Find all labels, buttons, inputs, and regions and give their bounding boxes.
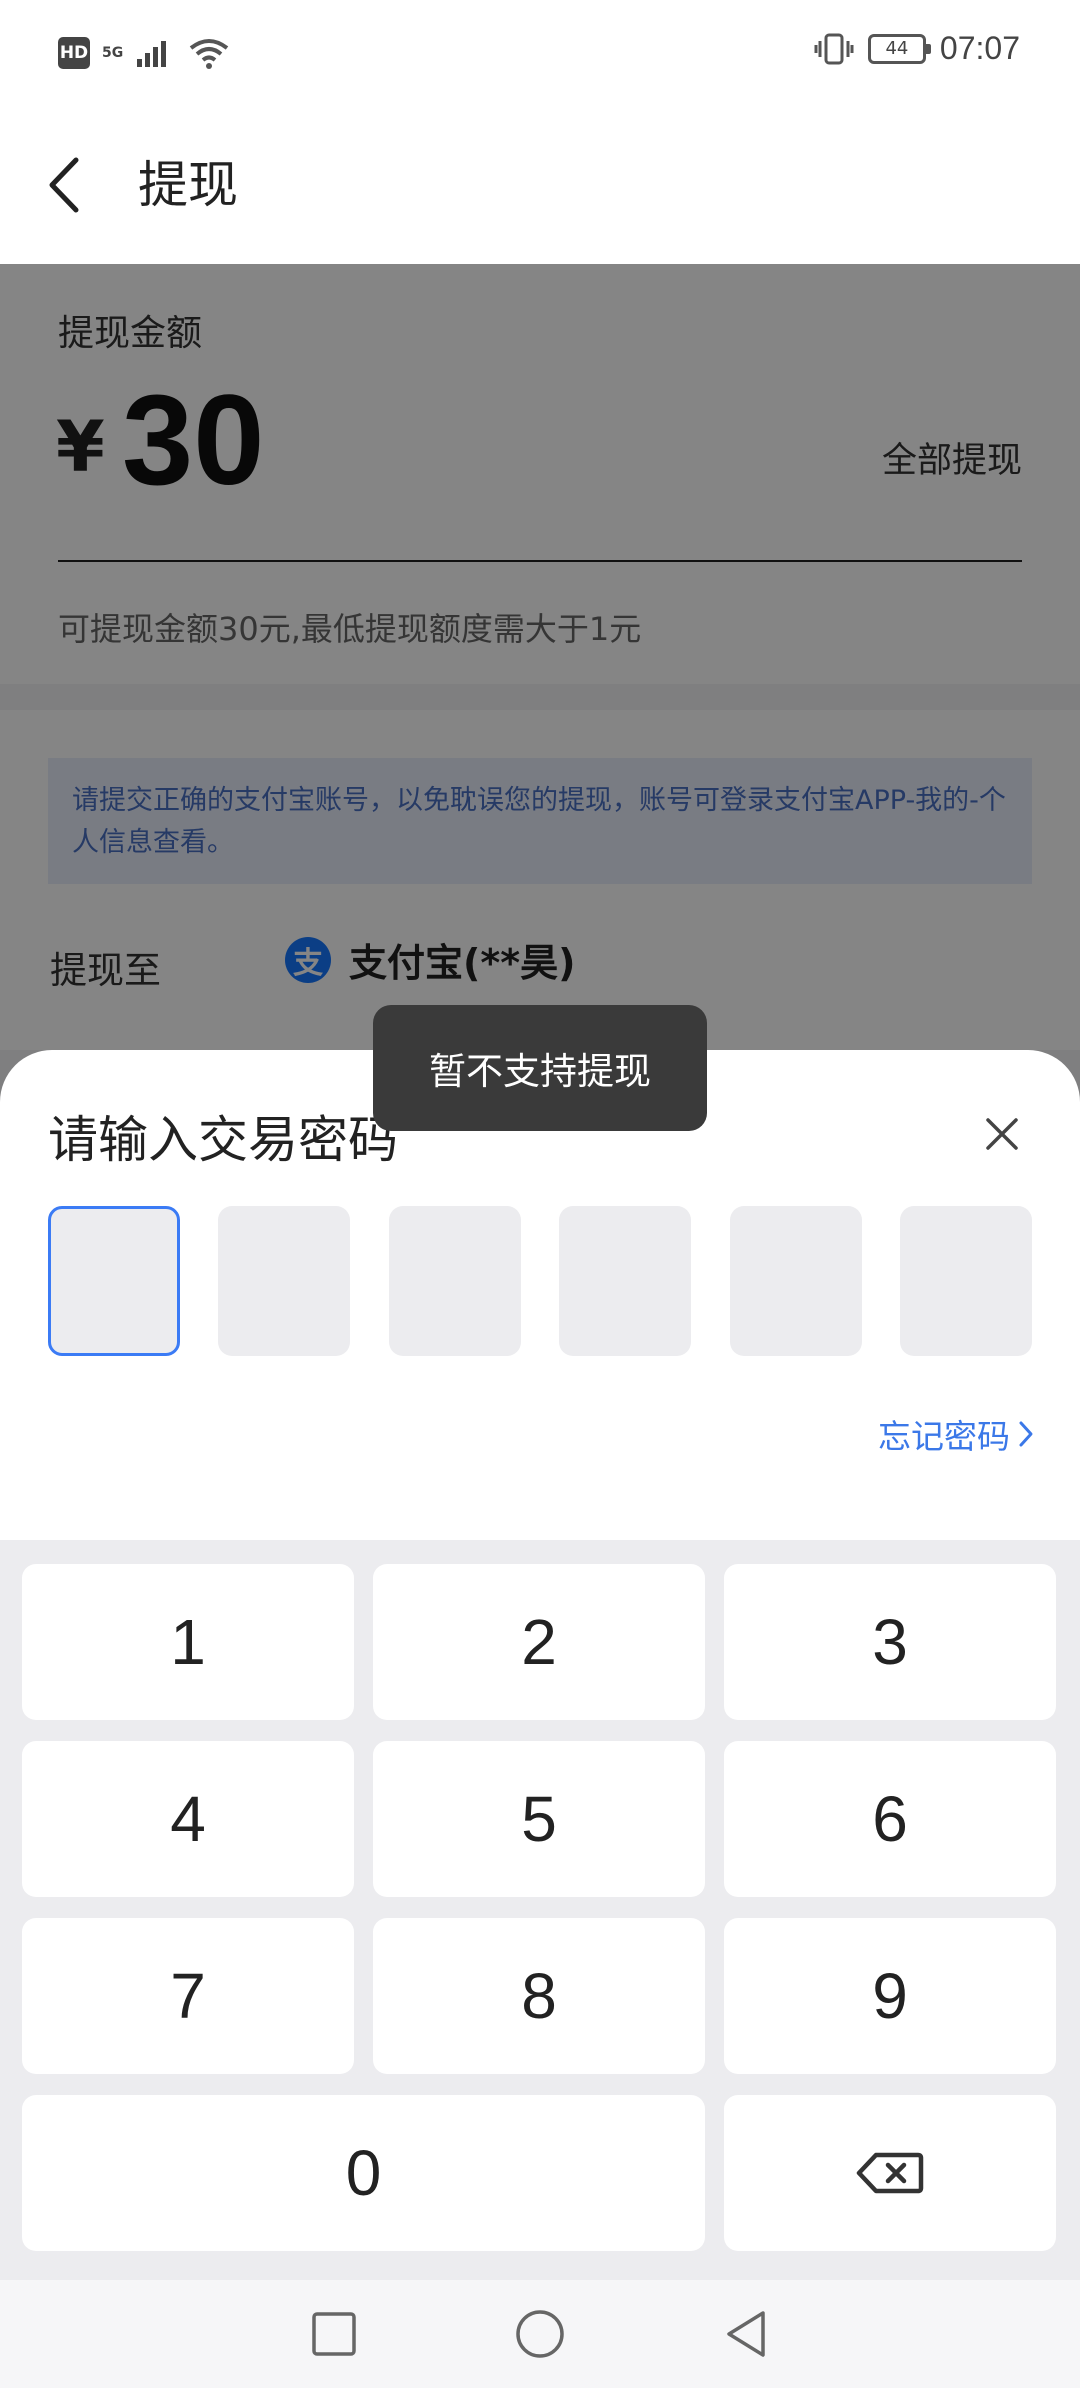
key-3[interactable]: 3	[724, 1564, 1056, 1720]
home-button[interactable]	[512, 2306, 568, 2362]
key-2[interactable]: 2	[373, 1564, 705, 1720]
toast-message: 暂不支持提现	[373, 1005, 707, 1131]
sheet-title: 请输入交易密码	[48, 1111, 398, 1169]
nav-back-button[interactable]	[718, 2306, 774, 2362]
pin-box[interactable]	[559, 1206, 692, 1356]
system-nav-bar	[0, 2280, 1080, 2388]
key-8[interactable]: 8	[373, 1918, 705, 2074]
forgot-password-link[interactable]: 忘记密码	[878, 1410, 1034, 1458]
chevron-right-icon	[1019, 1421, 1033, 1447]
forgot-password-label: 忘记密码	[878, 1417, 1010, 1456]
key-1[interactable]: 1	[22, 1564, 354, 1720]
network-indicator: 5G	[102, 46, 123, 60]
battery-icon: 44	[867, 33, 931, 64]
key-5[interactable]: 5	[373, 1741, 705, 1897]
battery-level: 44	[885, 38, 909, 59]
network-type: 5G	[102, 45, 124, 61]
pin-box[interactable]	[48, 1206, 180, 1356]
home-icon	[516, 2310, 564, 2358]
hd-badge: HD	[58, 37, 90, 69]
key-6[interactable]: 6	[724, 1741, 1056, 1897]
back-icon	[727, 2311, 765, 2357]
pin-box[interactable]	[388, 1206, 521, 1356]
key-9[interactable]: 9	[724, 1918, 1056, 2074]
password-sheet: 请输入交易密码 忘记密码 1 2 3 4 5 6 7 8 9 0	[0, 1050, 1080, 2388]
pin-box[interactable]	[729, 1206, 862, 1356]
recent-apps-button[interactable]	[306, 2306, 362, 2362]
back-button[interactable]	[38, 150, 88, 220]
recent-apps-icon	[312, 2312, 356, 2356]
pin-input[interactable]	[48, 1206, 1032, 1356]
clock: 07:07	[939, 30, 1020, 66]
vibrate-icon	[814, 33, 854, 64]
key-7[interactable]: 7	[22, 1918, 354, 2074]
close-button[interactable]	[974, 1106, 1030, 1162]
numeric-keypad: 1 2 3 4 5 6 7 8 9 0	[0, 1540, 1080, 2280]
status-bar: HD 5G 44 07:07	[0, 0, 1080, 110]
back-chevron-icon	[49, 157, 79, 213]
keypad-grid: 1 2 3 4 5 6 7 8 9 0	[22, 1564, 1058, 2251]
key-4[interactable]: 4	[22, 1741, 354, 1897]
pin-box[interactable]	[899, 1206, 1032, 1356]
app-header: 提现	[0, 110, 1080, 264]
status-right: 44 07:07	[814, 30, 1020, 67]
close-icon	[986, 1118, 1018, 1150]
status-left: HD 5G	[58, 36, 231, 70]
backspace-key[interactable]	[724, 2095, 1056, 2251]
key-0[interactable]: 0	[22, 2095, 705, 2251]
wifi-icon	[190, 39, 229, 69]
page-title: 提现	[138, 156, 238, 214]
pin-box[interactable]	[218, 1206, 351, 1356]
signal-icon	[137, 41, 167, 67]
backspace-icon	[856, 2152, 924, 2194]
